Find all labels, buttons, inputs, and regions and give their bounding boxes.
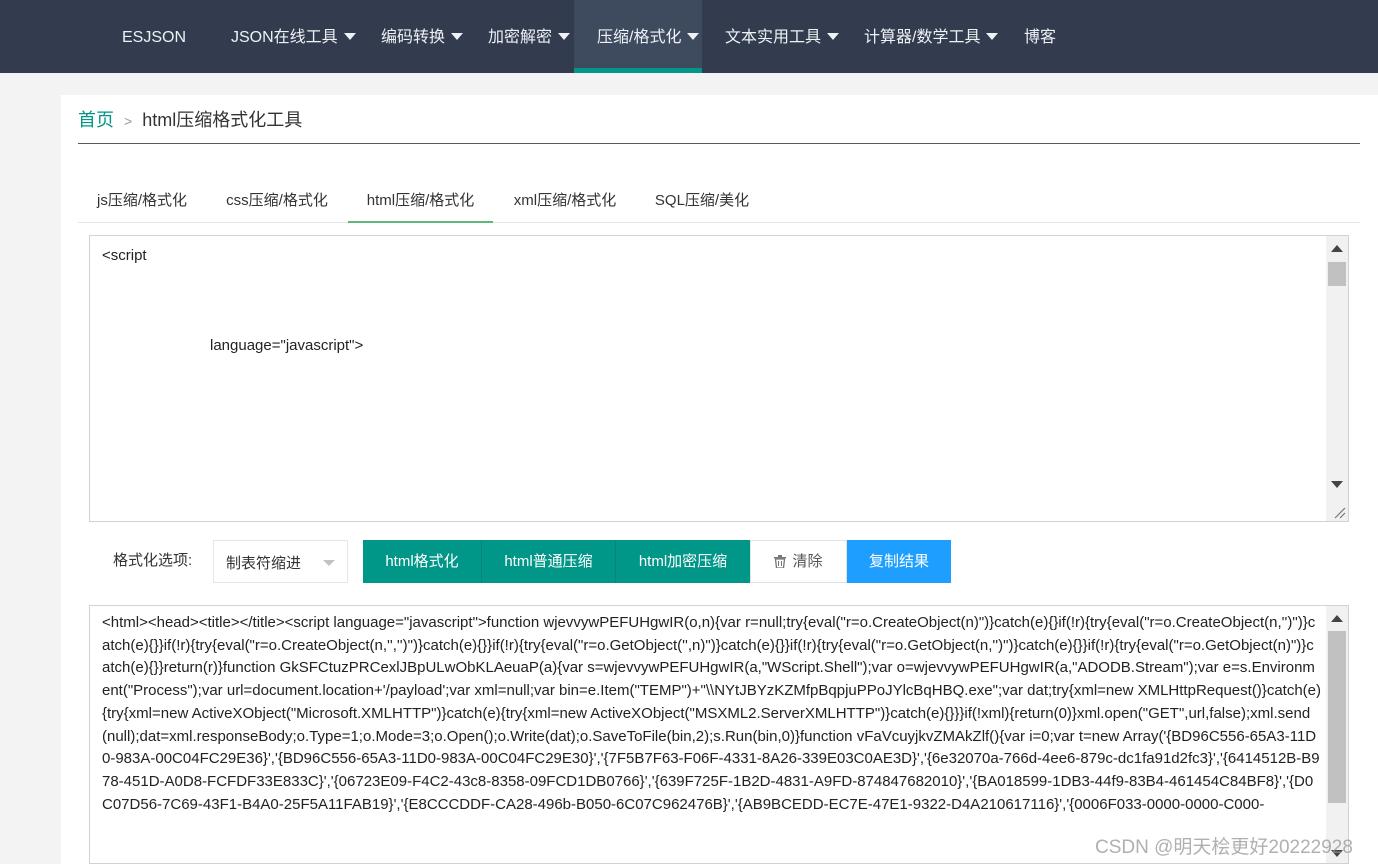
html-encrypt-compress-button[interactable]: html加密压缩 bbox=[615, 540, 750, 583]
breadcrumb: 首页 > html压缩格式化工具 bbox=[78, 107, 302, 133]
result-output-content: <html><head><title></title><script langu… bbox=[102, 614, 1321, 813]
caret-down-icon bbox=[451, 33, 464, 40]
tool-tabs: js压缩/格式化 css压缩/格式化 html压缩/格式化 xml压缩/格式化 … bbox=[78, 183, 1360, 223]
tab-css[interactable]: css压缩/格式化 bbox=[206, 183, 348, 223]
source-line: language="javascript"> bbox=[210, 337, 364, 354]
main-panel: 首页 > html压缩格式化工具 js压缩/格式化 css压缩/格式化 html压缩… bbox=[61, 95, 1378, 864]
nav-item-label: 博客 bbox=[1024, 29, 1057, 46]
top-nav: ESJSON JSON在线工具 编码转换 加密解密 压缩/格式化 文本实用工具 … bbox=[0, 0, 1378, 73]
output-scrollbar[interactable] bbox=[1326, 606, 1348, 863]
caret-down-icon bbox=[687, 33, 700, 40]
nav-brand[interactable]: ESJSON bbox=[122, 0, 186, 73]
caret-down-icon bbox=[343, 33, 356, 40]
input-scrollbar[interactable] bbox=[1326, 236, 1348, 521]
scroll-thumb[interactable] bbox=[1328, 631, 1346, 803]
nav-item-blog[interactable]: 博客 bbox=[1024, 0, 1056, 73]
indent-select-value: 制表符缩进 bbox=[226, 555, 302, 572]
indent-select[interactable]: 制表符缩进 bbox=[213, 540, 348, 583]
nav-item-label: 加密解密 bbox=[488, 29, 553, 46]
source-input[interactable]: <script language="javascript"> bbox=[89, 235, 1349, 522]
nav-item-label: 编码转换 bbox=[381, 29, 446, 46]
nav-item-text-tools[interactable]: 文本实用工具 bbox=[725, 0, 840, 73]
caret-down-icon bbox=[827, 33, 840, 40]
caret-down-icon bbox=[558, 33, 571, 40]
breadcrumb-separator: > bbox=[124, 113, 133, 129]
source-line: <script bbox=[102, 247, 147, 264]
nav-item-crypto[interactable]: 加密解密 bbox=[488, 0, 571, 73]
scroll-down-icon[interactable] bbox=[1331, 481, 1343, 488]
result-output[interactable]: <html><head><title></title><script langu… bbox=[89, 605, 1349, 864]
tab-sql[interactable]: SQL压缩/美化 bbox=[637, 183, 767, 223]
copy-result-button[interactable]: 复制结果 bbox=[847, 540, 951, 583]
nav-item-label: 压缩/格式化 bbox=[597, 29, 682, 46]
breadcrumb-divider bbox=[78, 143, 1360, 144]
nav-item-compress-format[interactable]: 压缩/格式化 bbox=[574, 0, 702, 73]
source-input-content: <script language="javascript"> bbox=[102, 246, 363, 356]
trash-icon bbox=[774, 555, 787, 568]
nav-item-label: JSON在线工具 bbox=[231, 29, 338, 46]
tab-html[interactable]: html压缩/格式化 bbox=[348, 183, 493, 223]
scroll-up-icon[interactable] bbox=[1331, 615, 1343, 622]
resize-grip-icon[interactable] bbox=[1332, 505, 1346, 519]
nav-item-json-tools[interactable]: JSON在线工具 bbox=[231, 0, 356, 73]
nav-item-label: 计算器/数学工具 bbox=[864, 29, 981, 46]
breadcrumb-current: html压缩格式化工具 bbox=[142, 110, 303, 130]
clear-button[interactable]: 清除 bbox=[750, 540, 847, 583]
format-options-label: 格式化选项: bbox=[113, 552, 193, 569]
tab-js[interactable]: js压缩/格式化 bbox=[78, 183, 206, 223]
breadcrumb-home-link[interactable]: 首页 bbox=[78, 110, 114, 130]
html-compress-button[interactable]: html普通压缩 bbox=[481, 540, 615, 583]
scroll-up-icon[interactable] bbox=[1331, 245, 1343, 252]
caret-down-icon bbox=[986, 33, 999, 40]
scroll-thumb[interactable] bbox=[1328, 262, 1346, 286]
tab-xml[interactable]: xml压缩/格式化 bbox=[493, 183, 637, 223]
nav-item-calculator[interactable]: 计算器/数学工具 bbox=[864, 0, 999, 73]
clear-button-label: 清除 bbox=[792, 553, 823, 570]
nav-item-label: 文本实用工具 bbox=[725, 29, 822, 46]
chevron-down-icon bbox=[323, 560, 335, 566]
html-format-button[interactable]: html格式化 bbox=[363, 540, 481, 583]
watermark: CSDN @明天桧更好20222928 bbox=[1095, 837, 1353, 858]
nav-item-encoding[interactable]: 编码转换 bbox=[381, 0, 464, 73]
